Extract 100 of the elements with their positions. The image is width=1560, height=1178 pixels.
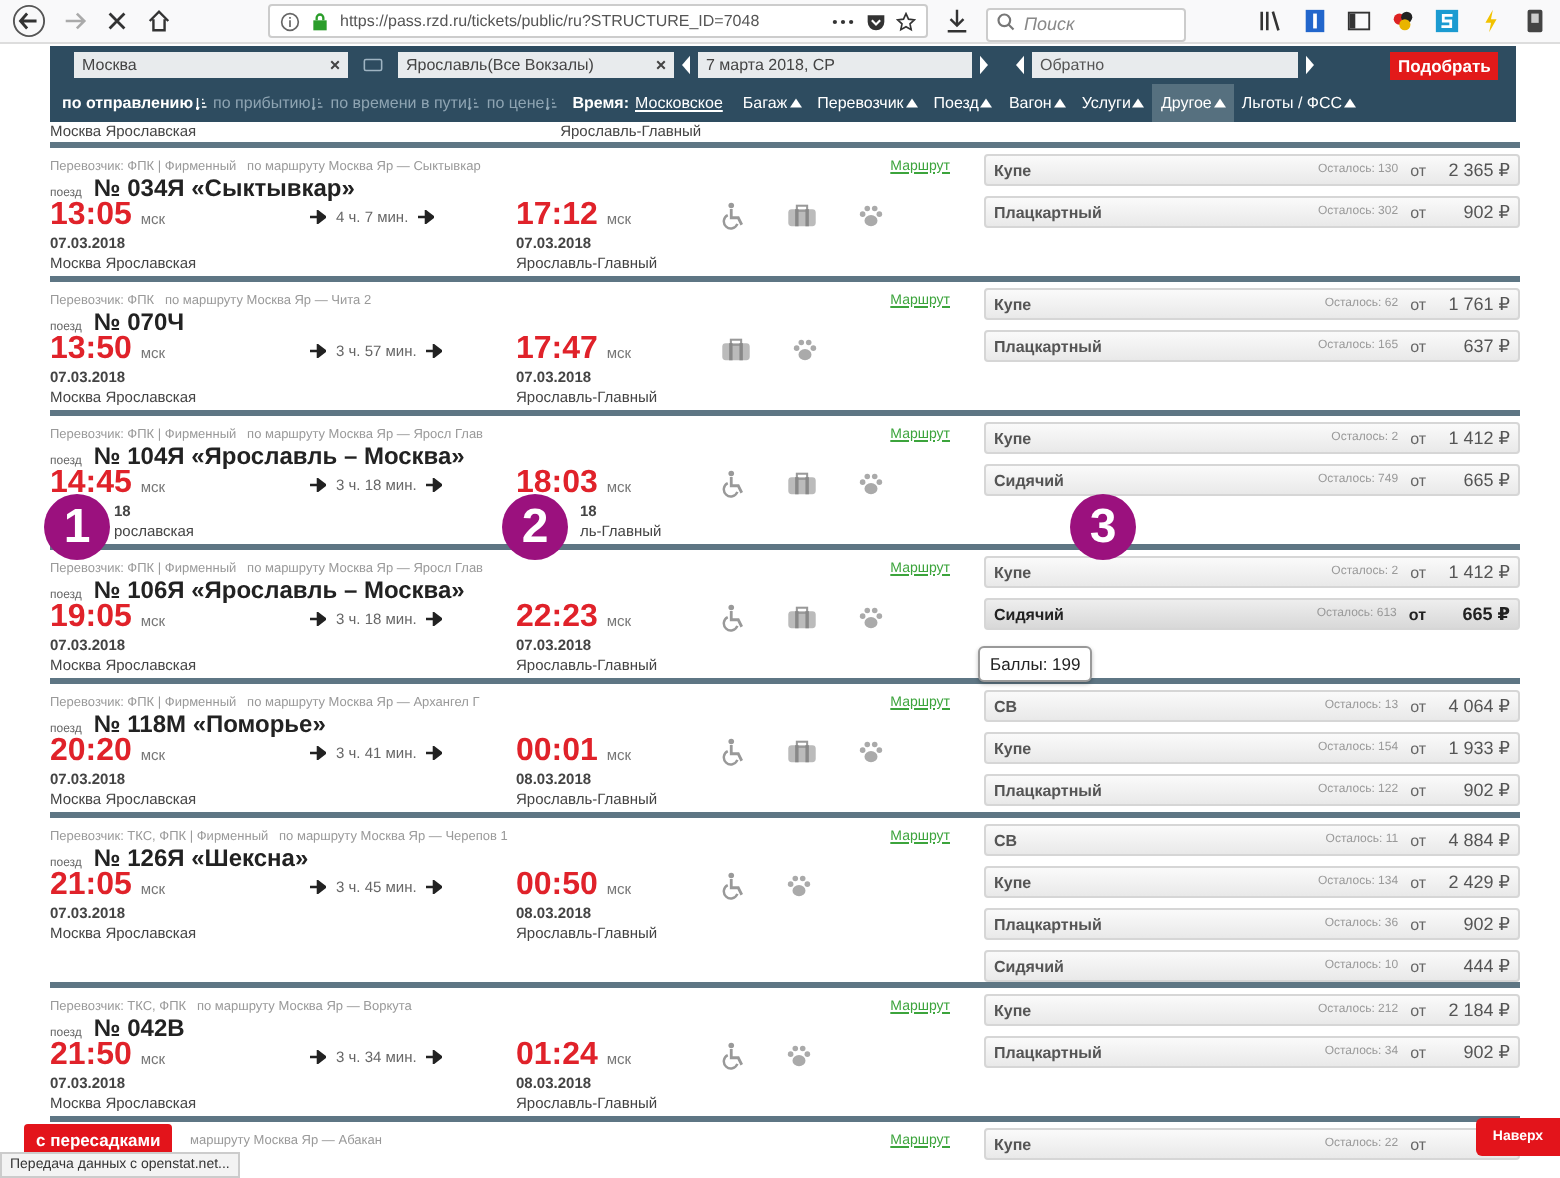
paw-icon [858, 738, 884, 766]
caret-icon [789, 98, 802, 108]
extension-icon[interactable] [1522, 8, 1548, 34]
departure-time: 13:05 [50, 198, 132, 232]
departure-time: 21:05 [50, 868, 132, 902]
wheelchair-icon [720, 738, 746, 766]
lock-icon [310, 11, 330, 31]
address-bar[interactable]: https://pass.rzd.ru/tickets/public/ru?STRUCTURE_ID=7048 [268, 4, 928, 38]
sort-icon [312, 97, 325, 109]
date-field[interactable]: 7 марта 2018, СР [698, 52, 972, 78]
library-icon[interactable] [1258, 8, 1284, 34]
departure-time: 21:50 [50, 1038, 132, 1072]
from-field[interactable]: Москва [74, 52, 348, 78]
arrival-time: 17:47 [516, 332, 598, 366]
filter-tab[interactable]: Другое [1152, 84, 1234, 122]
arrival-time: 01:24 [516, 1038, 598, 1072]
filter-tab[interactable]: Багаж [734, 84, 810, 122]
paw-icon [858, 470, 884, 498]
departure-time: 14:45 [50, 466, 132, 500]
arrow-icon [310, 745, 326, 759]
suitcase-icon [786, 740, 818, 764]
arrival-time: 17:12 [516, 198, 598, 232]
filter-tab[interactable]: Услуги [1073, 84, 1153, 122]
arrow-icon [426, 1049, 443, 1063]
arrow-icon [310, 209, 326, 223]
filter-tab[interactable]: Перевозчик [809, 84, 926, 122]
wheelchair-icon [720, 202, 746, 230]
annotation-marker: 1 [44, 494, 110, 560]
search-button[interactable]: Подобрать [1390, 51, 1499, 79]
bookmark-icon[interactable] [1302, 8, 1328, 34]
arrow-icon [310, 343, 326, 357]
filter-tab[interactable]: Поезд [925, 84, 1001, 122]
back-icon[interactable] [12, 4, 46, 38]
wheelchair-icon [720, 1042, 746, 1070]
train-number: № 126Я «Шексна» [93, 844, 309, 872]
caret-icon [1132, 98, 1145, 108]
previous-day-icon[interactable] [1016, 54, 1024, 76]
sidebar-icon[interactable] [1346, 8, 1372, 34]
arrow-icon [310, 477, 326, 491]
bookmark-star-icon[interactable] [896, 11, 916, 31]
to-field[interactable]: Ярославль(Все Вокзалы) [398, 52, 674, 78]
next-day-icon[interactable] [1306, 54, 1314, 76]
sort-option[interactable]: по прибытию [213, 84, 325, 122]
return-date-field[interactable]: Обратно [1032, 52, 1298, 78]
caret-icon [905, 98, 918, 108]
arrow-icon [310, 879, 326, 893]
stop-icon[interactable] [104, 8, 130, 34]
suitcase-icon [720, 338, 752, 362]
clear-icon[interactable] [656, 60, 666, 70]
sort-icon [195, 97, 208, 109]
train-number: № 070Ч [93, 308, 185, 336]
train-number: № 042В [93, 1014, 185, 1042]
sort-icon [468, 97, 481, 109]
annotation-marker: 3 [1070, 494, 1136, 560]
arrow-icon [426, 879, 443, 893]
sort-option[interactable]: по цене [486, 84, 559, 122]
download-icon[interactable] [944, 8, 970, 34]
departure-time: 20:20 [50, 734, 132, 768]
next-day-icon[interactable] [980, 54, 988, 76]
filter-tab[interactable]: Льготы / ФСС [1233, 84, 1365, 122]
home-icon[interactable] [146, 8, 172, 34]
wheelchair-icon [720, 604, 746, 632]
extension-icon[interactable] [1390, 8, 1416, 34]
clear-icon[interactable] [330, 60, 340, 70]
arrow-icon [310, 1049, 326, 1063]
arrival-time: 18:03 [516, 466, 598, 500]
points-tooltip: Баллы: 199 [978, 646, 1093, 682]
paw-icon [858, 604, 884, 632]
caret-icon [1053, 98, 1066, 108]
train-number: № 104Я «Ярославль – Москва» [93, 442, 465, 470]
train-number: № 118М «Поморье» [93, 710, 326, 738]
sort-option[interactable]: по времени в пути [330, 84, 481, 122]
suitcase-icon [786, 606, 818, 630]
paw-icon [792, 336, 818, 364]
arrow-icon [426, 611, 443, 625]
arrow-icon [310, 611, 326, 625]
swap-icon[interactable] [362, 56, 384, 74]
time-label: Время: [572, 92, 629, 116]
departure-time: 13:50 [50, 332, 132, 366]
wheelchair-icon [720, 470, 746, 498]
filter-tab[interactable]: Вагон [1000, 84, 1074, 122]
paw-icon [786, 1042, 812, 1070]
previous-day-icon[interactable] [682, 54, 690, 76]
caret-icon [1344, 98, 1357, 108]
info-icon[interactable] [280, 11, 300, 31]
train-number: № 106Я «Ярославль – Москва» [93, 576, 465, 604]
caret-icon [1213, 98, 1226, 108]
search-icon [996, 12, 1016, 32]
sort-option[interactable]: по отправлению [62, 84, 208, 122]
wheelchair-icon [720, 872, 746, 900]
pocket-icon[interactable] [866, 11, 886, 31]
annotation-marker: 2 [502, 494, 568, 560]
train-number: № 034Я «Сыктывкар» [93, 174, 355, 202]
sort-icon [546, 97, 559, 109]
time-zone-link[interactable]: Московское [635, 84, 723, 122]
arrow-icon [426, 343, 443, 357]
arrow-icon [418, 209, 435, 223]
caret-icon [980, 98, 993, 108]
search-field[interactable]: Поиск [986, 7, 1186, 41]
arrival-time: 00:50 [516, 868, 598, 902]
